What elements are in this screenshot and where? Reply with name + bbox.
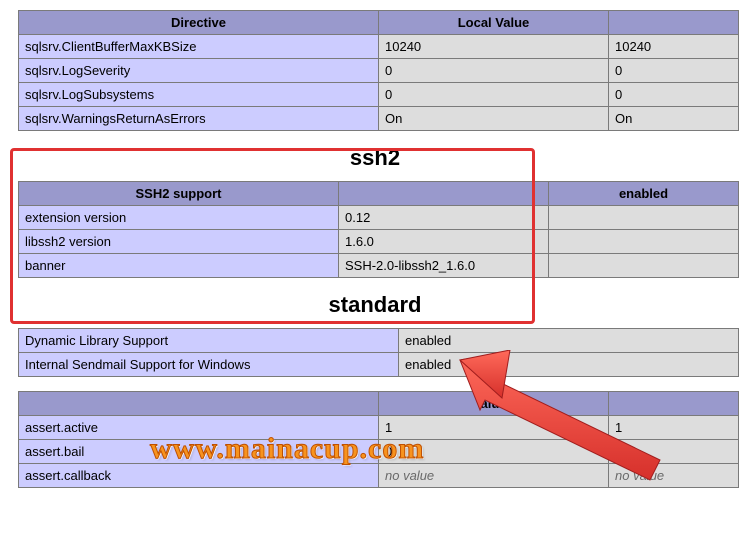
col-enabled: enabled <box>549 182 739 206</box>
cell-value: 0 <box>609 83 739 107</box>
cell-key: sqlsrv.LogSubsystems <box>19 83 379 107</box>
cell-value: enabled <box>399 329 739 353</box>
cell-key: sqlsrv.ClientBufferMaxKBSize <box>19 35 379 59</box>
cell-key: assert.callback <box>19 464 379 488</box>
cell-value: On <box>609 107 739 131</box>
cell-value: On <box>379 107 609 131</box>
cell-value: no value <box>379 464 609 488</box>
table-row: sqlsrv.ClientBufferMaxKBSize 10240 10240 <box>19 35 739 59</box>
col-ssh2-support: SSH2 support <box>19 182 339 206</box>
col-empty <box>339 182 549 206</box>
table-row: Internal Sendmail Support for Windows en… <box>19 353 739 377</box>
sqlsrv-directives-table: Directive Local Value sqlsrv.ClientBuffe… <box>18 10 739 131</box>
cell-key: Dynamic Library Support <box>19 329 399 353</box>
cell-value: 1 <box>609 416 739 440</box>
cell-value: 1.6.0 <box>339 230 549 254</box>
table-row: assert.bail 0 0 <box>19 440 739 464</box>
cell-value <box>549 206 739 230</box>
cell-value: 0.12 <box>339 206 549 230</box>
section-heading-ssh2: ssh2 <box>18 145 732 171</box>
ssh2-support-table: SSH2 support enabled extension version 0… <box>18 181 739 278</box>
cell-key: banner <box>19 254 339 278</box>
cell-value: 0 <box>609 440 739 464</box>
col-master-value <box>609 11 739 35</box>
table-row: banner SSH-2.0-libssh2_1.6.0 <box>19 254 739 278</box>
cell-value: SSH-2.0-libssh2_1.6.0 <box>339 254 549 278</box>
cell-key: assert.active <box>19 416 379 440</box>
col-directive: Directive <box>19 11 379 35</box>
cell-value <box>549 254 739 278</box>
cell-value: 10240 <box>609 35 739 59</box>
cell-key: sqlsrv.WarningsReturnAsErrors <box>19 107 379 131</box>
cell-value: 1 <box>379 416 609 440</box>
cell-value: 0 <box>379 440 609 464</box>
cell-value: 0 <box>609 59 739 83</box>
col-directive <box>19 392 379 416</box>
table-row: sqlsrv.LogSubsystems 0 0 <box>19 83 739 107</box>
cell-value: enabled <box>399 353 739 377</box>
cell-key: sqlsrv.LogSeverity <box>19 59 379 83</box>
table-row: sqlsrv.WarningsReturnAsErrors On On <box>19 107 739 131</box>
section-heading-standard: standard <box>18 292 732 318</box>
table-row: sqlsrv.LogSeverity 0 0 <box>19 59 739 83</box>
standard-support-table: Dynamic Library Support enabled Internal… <box>18 328 739 377</box>
col-local-value: alue <box>379 392 609 416</box>
table-row: libssh2 version 1.6.0 <box>19 230 739 254</box>
table-row: assert.active 1 1 <box>19 416 739 440</box>
table-row: extension version 0.12 <box>19 206 739 230</box>
cell-value: no value <box>609 464 739 488</box>
col-local-value: Local Value <box>379 11 609 35</box>
cell-key: extension version <box>19 206 339 230</box>
assert-directives-table: alue assert.active 1 1 assert.bail 0 0 a… <box>18 391 739 488</box>
cell-key: libssh2 version <box>19 230 339 254</box>
cell-value <box>549 230 739 254</box>
table-row: assert.callback no value no value <box>19 464 739 488</box>
cell-key: Internal Sendmail Support for Windows <box>19 353 399 377</box>
col-master-value <box>609 392 739 416</box>
cell-value: 10240 <box>379 35 609 59</box>
cell-value: 0 <box>379 83 609 107</box>
table-row: Dynamic Library Support enabled <box>19 329 739 353</box>
cell-value: 0 <box>379 59 609 83</box>
cell-key: assert.bail <box>19 440 379 464</box>
